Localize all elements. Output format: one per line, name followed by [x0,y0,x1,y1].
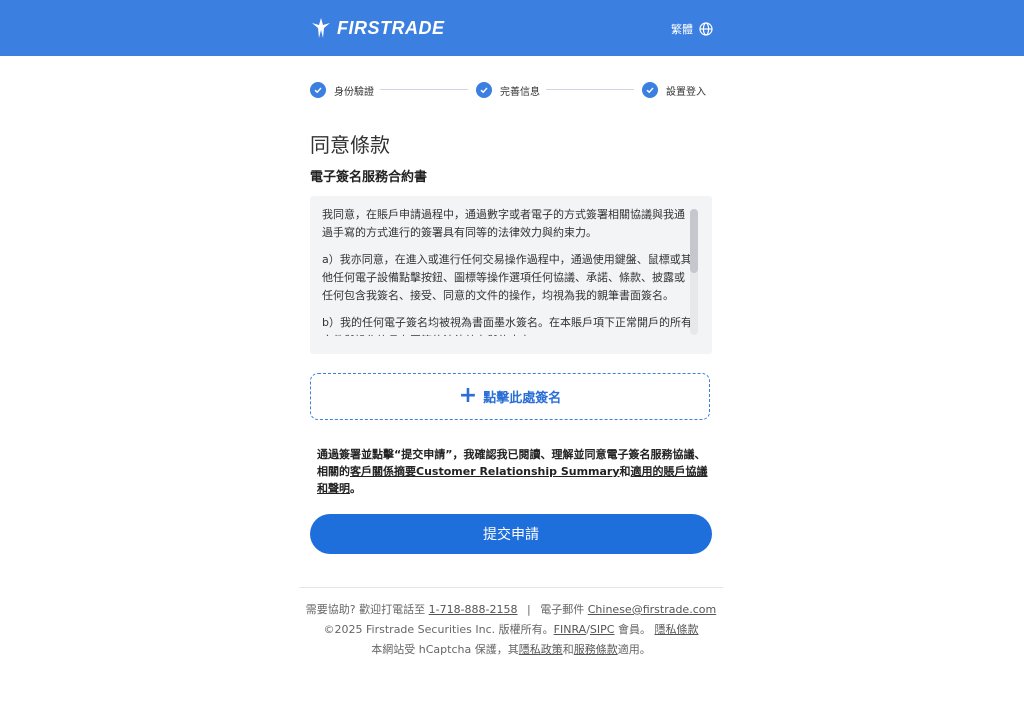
sign-label: 點擊此處簽名 [483,391,562,406]
check-icon [310,82,326,98]
step-label: 完善信息 [500,86,540,98]
step-divider [380,89,468,90]
language-switcher[interactable]: 繁體 [671,20,713,38]
check-icon [642,82,658,98]
member-text: 會員。 [617,623,651,636]
agreement-paragraph: a）我亦同意，在進入或進行任何交易操作過程中，通過使用鍵盤、鼠標或其他任何電子設… [322,253,692,302]
privacy-policy-link[interactable]: 隱私政策 [519,643,563,656]
agreement-paragraph: 我同意，在賬戶申請過程中，通過數字或者電子的方式簽署相關協議與我通過手寫的方式進… [322,208,685,239]
scrollbar-thumb[interactable] [690,209,698,273]
privacy-terms-link[interactable]: 隱私條款 [654,623,698,636]
footer-copyright-line: ©2025 Firstrade Securities Inc. 版權所有。FIN… [299,620,723,640]
consent-statement: 通過簽署並點擊“提交申請”，我確認我已閱讀、理解並同意電子簽名服務協議、相關的客… [317,446,713,497]
consent-text: 和 [619,465,631,478]
agreement-scroll-area[interactable]: 我同意，在賬戶申請過程中，通過數字或者電子的方式簽署相關協議與我通過手寫的方式進… [322,206,692,336]
agreement-paragraph: b）我的任何電子簽名均被視為書面墨水簽名。在本賬戶項下正常開戶的所有文件與操作均… [322,316,692,336]
check-icon [476,82,492,98]
sign-here-button[interactable]: + 點擊此處簽名 [310,373,710,420]
finra-link[interactable]: FINRA [554,623,587,636]
terms-of-service-link[interactable]: 服務條款 [574,643,618,656]
step-profile: 完善信息 [476,81,540,99]
email-link[interactable]: Chinese@firstrade.com [588,603,716,616]
step-login: 設置登入 [642,81,706,99]
page-footer: 需要協助? 歡迎打電話至 1-718-888-2158 | 電子郵件 Chine… [299,600,723,660]
section-title: 電子簽名服務合約書 [310,170,428,185]
step-label: 設置登入 [666,86,706,98]
consent-text: 。 [350,482,361,495]
top-header: FIRSTRADE 繁體 [0,0,1024,56]
step-identity: 身份驗證 [310,81,374,99]
agreement-text-box[interactable]: 我同意，在賬戶申請過程中，通過數字或者電子的方式簽署相關協議與我通過手寫的方式進… [310,196,712,354]
plus-icon: + [458,382,478,408]
and-text: 和 [562,643,574,656]
step-divider [546,89,634,90]
footer-help-line: 需要協助? 歡迎打電話至 1-718-888-2158 | 電子郵件 Chine… [299,600,723,620]
page-title: 同意條款 [310,133,390,157]
step-label: 身份驗證 [334,86,374,98]
submit-application-button[interactable]: 提交申請 [310,514,712,554]
logo-text: FIRSTRADE [337,17,445,38]
footer-divider [299,587,723,588]
separator: | [527,603,531,616]
agreement-scrollbar[interactable] [690,209,698,335]
sipc-link[interactable]: SIPC [590,623,615,636]
applies-text: 適用。 [617,643,651,656]
hcaptcha-text: 本網站受 hCaptcha 保護，其 [371,643,519,656]
help-text: 需要協助? 歡迎打電話至 [305,603,426,616]
email-label: 電子郵件 [540,603,585,616]
footer-hcaptcha-line: 本網站受 hCaptcha 保護，其隱私政策和服務條款適用。 [299,640,723,660]
phone-link[interactable]: 1-718-888-2158 [429,603,518,616]
progress-stepper: 身份驗證 完善信息 設置登入 [310,81,712,99]
firstrade-logo[interactable]: FIRSTRADE [311,16,445,40]
copyright-text: ©2025 Firstrade Securities Inc. 版權所有。 [323,623,554,636]
language-label: 繁體 [671,23,693,36]
crs-link[interactable]: 客戶關係摘要Customer Relationship Summary [350,465,620,478]
logo-mark-icon [312,18,330,38]
globe-icon [699,22,713,36]
